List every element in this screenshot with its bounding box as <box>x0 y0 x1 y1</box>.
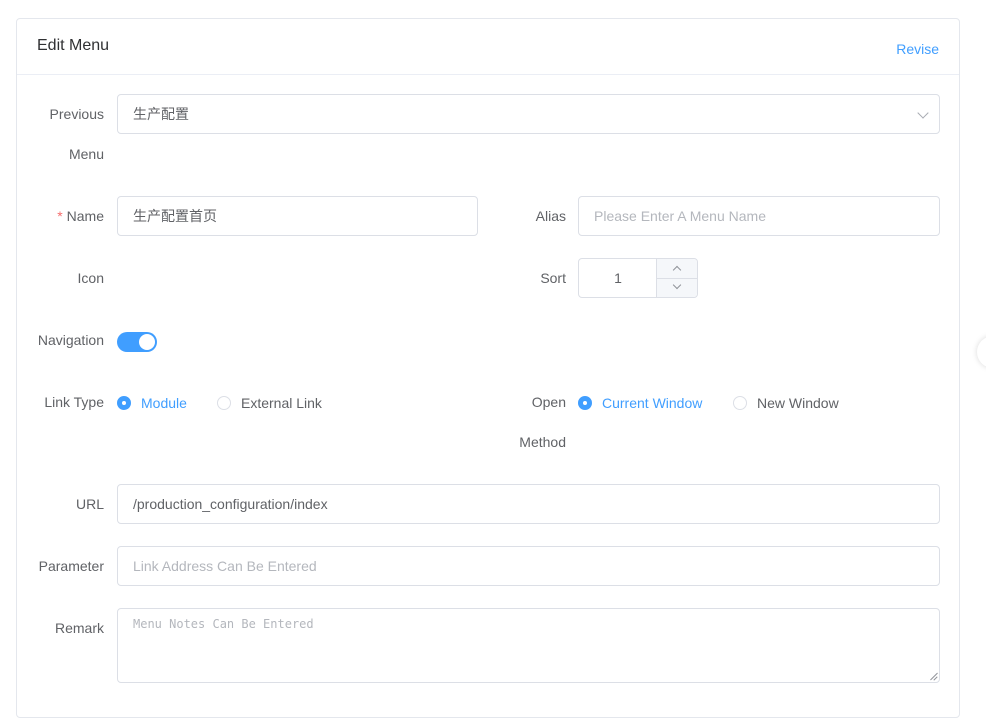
parameter-label: Parameter <box>38 558 104 574</box>
remark-label: Remark <box>54 620 104 636</box>
name-input[interactable]: 生产配置首页 <box>117 196 478 236</box>
sort-value[interactable]: 1 <box>579 259 657 297</box>
url-input[interactable]: /production_configuration/index <box>117 484 940 524</box>
toggle-knob <box>139 334 155 350</box>
radio-selected-icon <box>578 396 592 410</box>
radio-label: External Link <box>241 395 322 411</box>
side-drawer-handle[interactable] <box>977 336 986 368</box>
open-method-current-radio[interactable]: Current Window <box>578 393 702 413</box>
resize-handle-icon[interactable] <box>929 672 937 680</box>
name-label-text: Name <box>66 208 104 224</box>
url-label: URL <box>75 496 104 512</box>
previous-menu-select[interactable]: 生产配置 <box>117 94 940 134</box>
remark-textarea[interactable]: Menu Notes Can Be Entered <box>117 608 940 683</box>
alias-label: Alias <box>535 208 566 224</box>
previous-menu-value: 生产配置 <box>133 106 189 122</box>
sort-stepper <box>656 259 697 297</box>
open-method-label-line2: Method <box>519 434 566 450</box>
sort-number-input[interactable]: 1 <box>578 258 698 298</box>
open-method-new-radio[interactable]: New Window <box>733 393 839 413</box>
chevron-down-icon <box>672 280 682 290</box>
radio-selected-icon <box>117 396 131 410</box>
open-method-label-line1: Open <box>531 394 566 410</box>
radio-unselected-icon <box>217 396 231 410</box>
navigation-label: Navigation <box>37 332 104 348</box>
chevron-down-icon <box>917 107 929 119</box>
icon-label: Icon <box>77 270 104 286</box>
link-type-module-radio[interactable]: Module <box>117 393 187 413</box>
chevron-up-icon <box>672 265 682 275</box>
previous-menu-label-line2: Menu <box>68 146 104 162</box>
remark-placeholder: Menu Notes Can Be Entered <box>133 617 314 631</box>
increase-button[interactable] <box>657 259 697 279</box>
navigation-toggle[interactable] <box>117 332 157 352</box>
page-title: Edit Menu <box>37 37 110 54</box>
radio-label: Current Window <box>602 395 703 411</box>
previous-menu-label-line1: Previous <box>49 106 104 122</box>
link-type-label: Link Type <box>44 394 104 410</box>
alias-input[interactable]: Please Enter A Menu Name <box>578 196 940 236</box>
link-type-external-radio[interactable]: External Link <box>217 393 322 413</box>
parameter-input[interactable]: Link Address Can Be Entered <box>117 546 940 586</box>
sort-label: Sort <box>540 270 566 286</box>
name-label: * Name <box>20 196 104 236</box>
revise-button[interactable]: Revise <box>896 41 939 57</box>
radio-label: Module <box>141 395 187 411</box>
required-mark: * <box>57 208 63 224</box>
decrease-button[interactable] <box>657 278 697 297</box>
radio-label: New Window <box>757 395 839 411</box>
radio-unselected-icon <box>733 396 747 410</box>
card-header: Edit Menu Revise <box>17 19 959 75</box>
